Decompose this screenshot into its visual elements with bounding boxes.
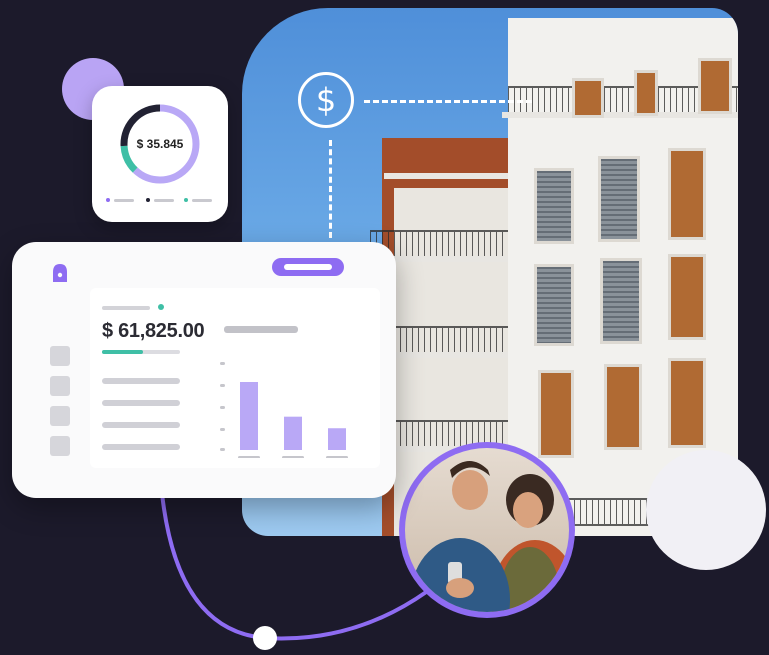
legend-dot: [184, 198, 188, 202]
sidebar-item[interactable]: [50, 346, 70, 366]
label-placeholder: [102, 306, 150, 310]
legend-dot: [106, 198, 110, 202]
sidebar-item[interactable]: [50, 376, 70, 396]
status-dot: [158, 304, 164, 310]
list-item: [102, 422, 180, 428]
legend-item: [184, 198, 212, 202]
y-axis-tick: [220, 362, 225, 365]
dashboard-content: $ 61,825.00: [90, 288, 380, 468]
y-axis-tick: [220, 448, 225, 451]
list-item: [102, 378, 180, 384]
legend-item: [106, 198, 134, 202]
dashboard-card: $ 61,825.00: [12, 242, 396, 498]
donut-summary-card: $ 35.845: [92, 86, 228, 222]
x-axis-label-1: [238, 456, 260, 458]
progress-bar: [102, 350, 180, 354]
progress-fill: [102, 350, 143, 354]
sidebar-item[interactable]: [50, 406, 70, 426]
people-photo: [399, 442, 575, 618]
bar-3: [328, 428, 346, 450]
bar-chart: [220, 362, 348, 458]
x-axis-label-3: [326, 456, 348, 458]
chart-title-placeholder: [224, 326, 298, 333]
y-axis-tick: [220, 406, 225, 409]
donut-value: $ 35.845: [136, 137, 184, 151]
x-axis-label-2: [282, 456, 304, 458]
bar-2: [284, 416, 302, 450]
legend-item: [146, 198, 174, 202]
y-axis-tick: [220, 384, 225, 387]
balance-amount: $ 61,825.00: [102, 320, 205, 342]
legend-dot: [146, 198, 150, 202]
list-item: [102, 444, 180, 450]
lock-icon: [53, 264, 67, 282]
pill-button[interactable]: [272, 258, 344, 276]
bar-1: [240, 382, 258, 450]
list-item: [102, 400, 180, 406]
sidebar-item[interactable]: [50, 436, 70, 456]
y-axis-tick: [220, 428, 225, 431]
